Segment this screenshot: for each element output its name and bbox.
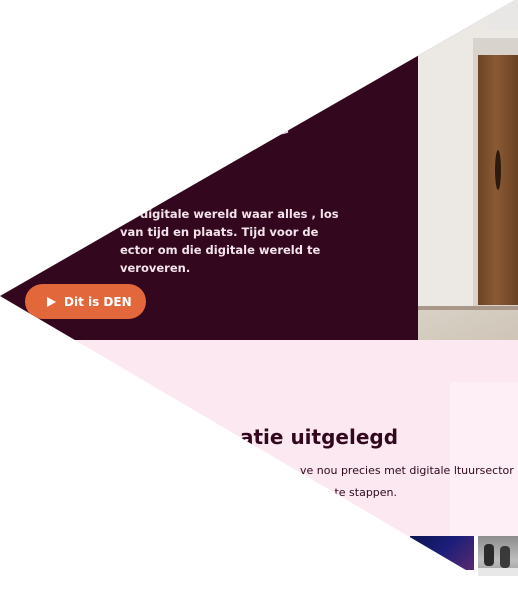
explainer-side-panel [450,382,518,536]
dit-is-den-button[interactable]: Dit is DEN [25,284,146,319]
thumbnail-photo[interactable] [478,536,518,576]
cta-label: Dit is DEN [64,294,132,309]
explainer-title: atie uitgelegd [240,425,399,449]
photo-corner [488,0,518,30]
page-viewport: ? an de ? en digitale wereld waar alles … [0,0,518,596]
thumbnail-caption-bar [478,568,518,576]
thumbnail-person-2 [500,546,510,568]
hero-lead-text: en digitale wereld waar alles , los van … [120,207,339,275]
hero-title: ? an de ? [172,57,291,185]
hero-photo [418,0,518,382]
photo-door-detail [495,150,501,190]
explainer-text: ve nou precies met digitale ltuursector … [300,464,514,499]
thumbnail-person-1 [484,544,494,566]
thumbnail-dark[interactable] [410,536,474,570]
play-icon [47,296,56,307]
